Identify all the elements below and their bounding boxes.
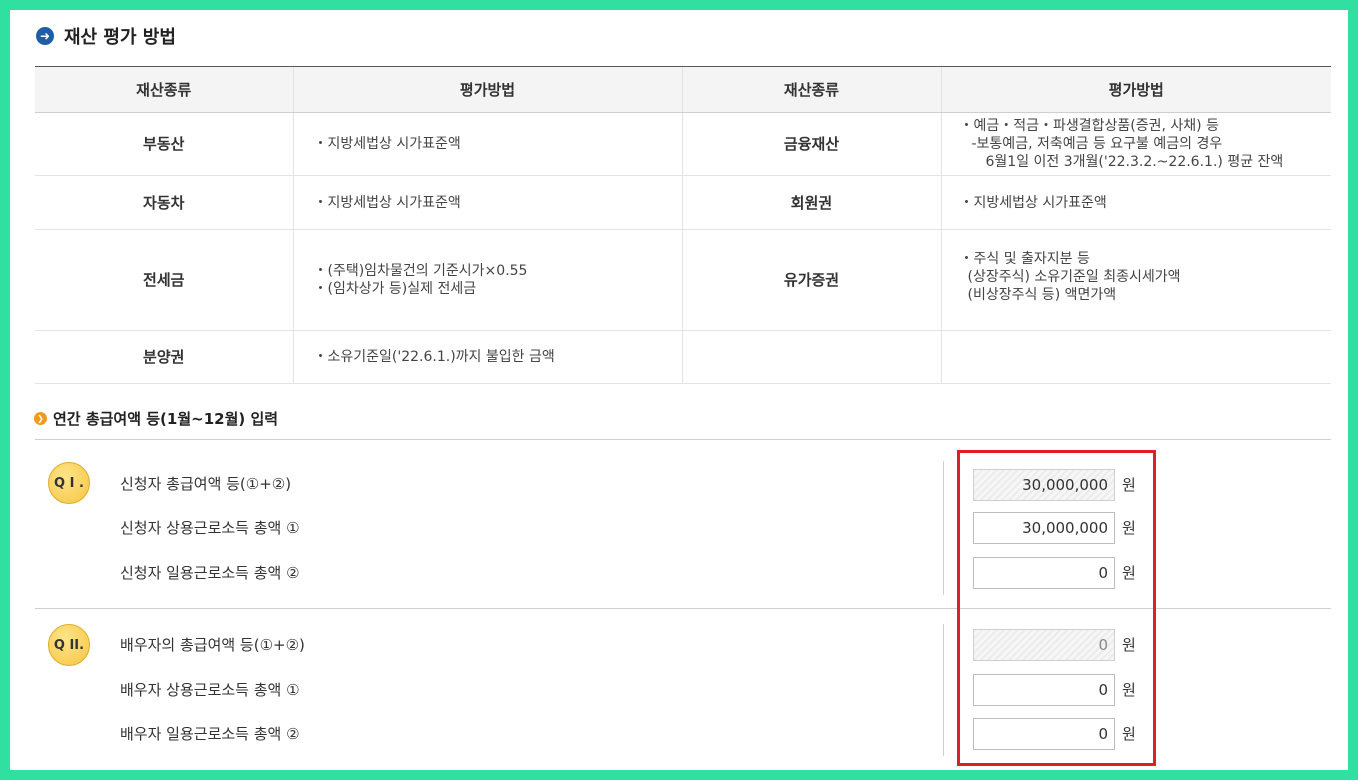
header-asset-kind: 재산종류 (35, 66, 293, 113)
asset-kind-cell: 자동차 (35, 175, 293, 230)
section-title: ➜ 재산 평가 방법 (36, 24, 176, 48)
highlight-box (957, 450, 1156, 766)
applicant-regular-income-label: 신청자 상용근로소득 총액 ① (120, 519, 300, 537)
header-asset-kind: 재산종류 (681, 66, 941, 113)
asset-kind-cell: 분양권 (35, 330, 293, 384)
method-line: ・지방세법상 시가표준액 (959, 194, 1107, 211)
valuation-method-cell: ・(주택)임차물건의 기준시가×0.55 ・(임차상가 등)실제 전세금 (292, 229, 682, 331)
table-row: 전세금 ・(주택)임차물건의 기준시가×0.55 ・(임차상가 등)실제 전세금… (35, 229, 1331, 331)
table-row: 자동차 ・지방세법상 시가표준액 회원권 ・지방세법상 시가표준액 (35, 175, 1331, 230)
income-section-title-text: 연간 총급여액 등(1월~12월) 입력 (53, 410, 279, 428)
method-line: ・주식 및 출자지분 등 (959, 251, 1090, 267)
asset-kind-cell: 부동산 (35, 112, 293, 176)
header-valuation-method: 평가방법 (940, 66, 1331, 113)
method-line: (비상장주식 등) 액면가액 (967, 287, 1117, 303)
valuation-method-cell: ・지방세법상 시가표준액 (940, 175, 1331, 230)
method-line: (상장주식) 소유기준일 최종시세가액 (967, 269, 1181, 285)
income-section-title: ❯ 연간 총급여액 등(1월~12월) 입력 (34, 408, 278, 429)
applicant-daily-income-label: 신청자 일용근로소득 총액 ② (120, 564, 300, 582)
method-line: 6월1일 이전 3개월('22.3.2.~22.6.1.) 평균 잔액 (985, 154, 1284, 170)
asset-kind-cell: 전세금 (35, 229, 293, 331)
page-frame: ➜ 재산 평가 방법 재산종류 평가방법 재산종류 평가방법 부동산 ・지방세법… (10, 10, 1348, 770)
method-line: ・지방세법상 시가표준액 (313, 194, 461, 211)
arrow-right-icon: ➜ (36, 27, 54, 45)
question-badge-q1: Q I . (48, 462, 90, 504)
question-badge-q2: Q II. (48, 624, 90, 666)
divider (35, 439, 1331, 440)
spouse-daily-income-label: 배우자 일용근로소득 총액 ② (120, 725, 300, 743)
valuation-method-cell: ・소유기준일('22.6.1.)까지 불입한 금액 (292, 330, 682, 384)
valuation-method-cell: ・주식 및 출자지분 등 (상장주식) 소유기준일 최종시세가액 (비상장주식 … (940, 229, 1331, 331)
method-line: ・지방세법상 시가표준액 (313, 136, 461, 152)
divider (943, 624, 944, 756)
table-row: 부동산 ・지방세법상 시가표준액 금융재산 ・예금・적금・파생결합상품(증권, … (35, 112, 1331, 176)
spouse-regular-income-label: 배우자 상용근로소득 총액 ① (120, 681, 300, 699)
valuation-method-cell (940, 330, 1331, 384)
header-valuation-method: 평가방법 (292, 66, 682, 113)
method-line: ・예금・적금・파생결합상품(증권, 사채) 등 (959, 118, 1219, 134)
asset-kind-cell: 유가증권 (681, 229, 941, 331)
table-row: 분양권 ・소유기준일('22.6.1.)까지 불입한 금액 (35, 330, 1331, 384)
spouse-total-income-label: 배우자의 총급여액 등(①+②) (120, 636, 305, 654)
method-line: ・소유기준일('22.6.1.)까지 불입한 금액 (313, 349, 555, 365)
asset-kind-cell: 회원권 (681, 175, 941, 230)
method-line: ・(주택)임차물건의 기준시가×0.55 (313, 263, 528, 279)
applicant-total-income-label: 신청자 총급여액 등(①+②) (120, 475, 292, 493)
asset-valuation-table: 재산종류 평가방법 재산종류 평가방법 부동산 ・지방세법상 시가표준액 금융재… (35, 66, 1331, 384)
asset-kind-cell (681, 330, 941, 384)
valuation-method-cell: ・예금・적금・파생결합상품(증권, 사채) 등 -보통예금, 저축예금 등 요구… (940, 112, 1331, 176)
valuation-method-cell: ・지방세법상 시가표준액 (292, 175, 682, 230)
method-line: ・(임차상가 등)실제 전세금 (313, 281, 477, 297)
valuation-method-cell: ・지방세법상 시가표준액 (292, 112, 682, 176)
chevron-right-icon: ❯ (34, 412, 47, 425)
method-line: -보통예금, 저축예금 등 요구불 예금의 경우 (971, 136, 1223, 152)
divider (943, 461, 944, 595)
section-title-text: 재산 평가 방법 (64, 27, 176, 48)
table-header-row: 재산종류 평가방법 재산종류 평가방법 (35, 66, 1331, 113)
asset-kind-cell: 금융재산 (681, 112, 941, 176)
